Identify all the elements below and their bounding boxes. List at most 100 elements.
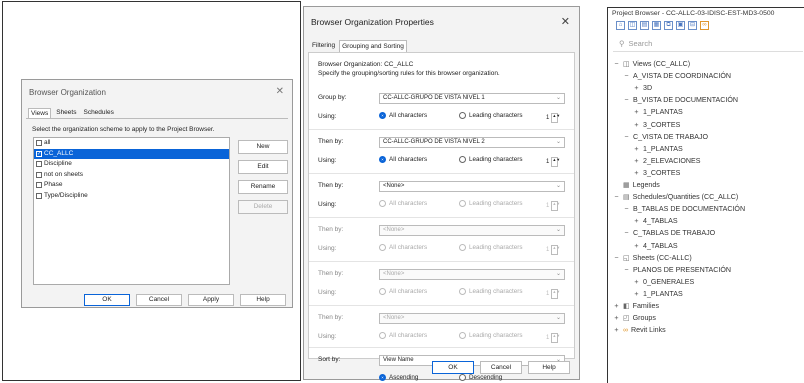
tree-node[interactable]: − ▤ Schedules/Quantities (CC_ALLC)	[613, 193, 738, 201]
cancel-button[interactable]: Cancel	[136, 294, 182, 306]
leading-characters-radio[interactable]: Leading characters	[459, 200, 523, 207]
expand-icon[interactable]: +	[613, 314, 620, 322]
list-item[interactable]: Discipline	[34, 159, 229, 170]
group-select[interactable]: <None> ⌄	[379, 181, 565, 192]
collapse-icon[interactable]: −	[613, 254, 620, 262]
link-icon[interactable]: ∞	[700, 21, 709, 30]
leading-count-stepper[interactable]: 1 ▲▼	[546, 244, 565, 255]
close-icon[interactable]: ✕	[561, 15, 570, 28]
descending-radio[interactable]: Descending	[459, 374, 502, 381]
leading-count-stepper[interactable]: 1 ▲▼	[546, 200, 565, 211]
checkbox[interactable]	[36, 140, 42, 147]
tab-sheets[interactable]: Sheets	[54, 108, 78, 118]
copy-icon[interactable]: ⧉	[664, 21, 673, 30]
group-select[interactable]: <None> ⌄	[379, 269, 565, 280]
tree-node[interactable]: +2_ELEVACIONES	[633, 157, 700, 165]
tab-schedules[interactable]: Schedules	[81, 108, 115, 118]
tree-node[interactable]: − B_TABLAS DE DOCUMENTACIÓN	[623, 205, 745, 213]
tree-node[interactable]: ▦ Legends	[613, 181, 660, 189]
group-select[interactable]: <None> ⌄	[379, 313, 565, 324]
expand-icon[interactable]: +	[633, 145, 640, 153]
stepper-arrows-icon[interactable]: ▲▼	[551, 332, 560, 343]
tree-node[interactable]: − C_VISTA DE TRABAJO	[623, 133, 708, 141]
leading-characters-radio[interactable]: Leading characters	[459, 156, 523, 163]
tree-node[interactable]: + ◧ Families	[613, 302, 659, 310]
stepper-arrows-icon[interactable]: ▲▼	[551, 112, 560, 123]
tree-node[interactable]: +1_PLANTAS	[633, 145, 682, 153]
rename-button[interactable]: Rename	[238, 180, 288, 194]
leading-characters-radio[interactable]: Leading characters	[459, 332, 523, 339]
tree-node[interactable]: +3_CORTES	[633, 121, 680, 129]
tree-node[interactable]: − ◱ Sheets (CC-ALLC)	[613, 254, 691, 262]
expand-icon[interactable]: +	[633, 242, 640, 250]
list-icon[interactable]: ▤	[640, 21, 649, 30]
list-item[interactable]: Type/Discipline	[34, 191, 229, 202]
ok-button[interactable]: OK	[84, 294, 130, 306]
tree-node[interactable]: + ◰ Groups	[613, 314, 655, 322]
leading-count-stepper[interactable]: 1 ▲▼	[546, 156, 565, 167]
leading-characters-radio[interactable]: Leading characters	[459, 244, 523, 251]
collapse-icon[interactable]: −	[613, 60, 620, 68]
tree-node[interactable]: + ∞ Revit Links	[613, 326, 665, 334]
collapse-icon[interactable]: −	[613, 193, 620, 201]
apply-button[interactable]: Apply	[188, 294, 234, 306]
group-select[interactable]: CC-ALLC-GRUPO DE VISTA NIVEL 1 ⌄	[379, 93, 565, 104]
cube-icon[interactable]: ▣	[676, 21, 685, 30]
cancel-button[interactable]: Cancel	[480, 361, 522, 374]
collapse-icon[interactable]: −	[623, 229, 630, 237]
home-icon[interactable]: ⌂	[616, 21, 625, 30]
all-characters-radio[interactable]: All characters	[379, 200, 427, 207]
expand-icon[interactable]: +	[633, 290, 640, 298]
checkbox[interactable]	[36, 182, 42, 189]
list-item[interactable]: not on sheets	[34, 170, 229, 181]
list-item[interactable]: Phase	[34, 180, 229, 191]
stepper-arrows-icon[interactable]: ▲▼	[551, 200, 560, 211]
grid-icon[interactable]: ▦	[652, 21, 661, 30]
group-select[interactable]: CC-ALLC-GRUPO DE VISTA NIVEL 2 ⌄	[379, 137, 565, 148]
ascending-radio[interactable]: Ascending	[379, 374, 418, 381]
stepper-arrows-icon[interactable]: ▲▼	[551, 288, 560, 299]
tree-node[interactable]: +4_TABLAS	[633, 242, 677, 250]
tree-node[interactable]: +0_GENERALES	[633, 278, 694, 286]
ok-button[interactable]: OK	[432, 361, 474, 374]
tree-node[interactable]: − PLANOS DE PRESENTACIÓN	[623, 266, 731, 274]
checkbox[interactable]	[36, 171, 42, 178]
all-characters-radio[interactable]: All characters	[379, 244, 427, 251]
expand-icon[interactable]: +	[633, 169, 640, 177]
stepper-arrows-icon[interactable]: ▲▼	[551, 244, 560, 255]
all-characters-radio[interactable]: All characters	[379, 112, 427, 119]
stepper-arrows-icon[interactable]: ▲▼	[551, 156, 560, 167]
help-button[interactable]: Help	[240, 294, 286, 306]
expand-icon[interactable]: +	[633, 121, 640, 129]
expand-icon[interactable]: +	[613, 302, 620, 310]
tab-views[interactable]: Views	[28, 108, 52, 118]
leading-characters-radio[interactable]: Leading characters	[459, 288, 523, 295]
list-item[interactable]: all	[34, 138, 229, 149]
expand-icon[interactable]: +	[633, 217, 640, 225]
collapse-icon[interactable]: −	[623, 133, 630, 141]
tree-node[interactable]: +3D	[633, 84, 652, 92]
expand-icon[interactable]: +	[633, 278, 640, 286]
tree-node[interactable]: − C_TABLAS DE TRABAJO	[623, 229, 715, 237]
leading-characters-radio[interactable]: Leading characters	[459, 112, 523, 119]
group-select[interactable]: <None> ⌄	[379, 225, 565, 236]
tree-node[interactable]: +3_CORTES	[633, 169, 680, 177]
collapse-icon[interactable]: −	[623, 205, 630, 213]
tree-node[interactable]: +1_PLANTAS	[633, 290, 682, 298]
leading-count-stepper[interactable]: 1 ▲▼	[546, 332, 565, 343]
collapse-icon[interactable]: −	[623, 96, 630, 104]
leading-count-stepper[interactable]: 1 ▲▼	[546, 288, 565, 299]
expand-icon[interactable]: +	[633, 157, 640, 165]
close-icon[interactable]: ✕	[276, 86, 284, 97]
tree-node[interactable]: − B_VISTA DE DOCUMENTACIÓN	[623, 96, 738, 104]
help-button[interactable]: Help	[528, 361, 570, 374]
all-characters-radio[interactable]: All characters	[379, 332, 427, 339]
expand-icon[interactable]: +	[633, 108, 640, 116]
tab-filtering[interactable]: Filtering	[310, 40, 337, 52]
all-characters-radio[interactable]: All characters	[379, 288, 427, 295]
delete-button[interactable]: Delete	[238, 200, 288, 214]
expand-icon[interactable]: +	[613, 326, 620, 334]
expand-icon[interactable]: +	[633, 84, 640, 92]
checkbox[interactable]	[36, 161, 42, 168]
view-icon[interactable]: ◫	[628, 21, 637, 30]
